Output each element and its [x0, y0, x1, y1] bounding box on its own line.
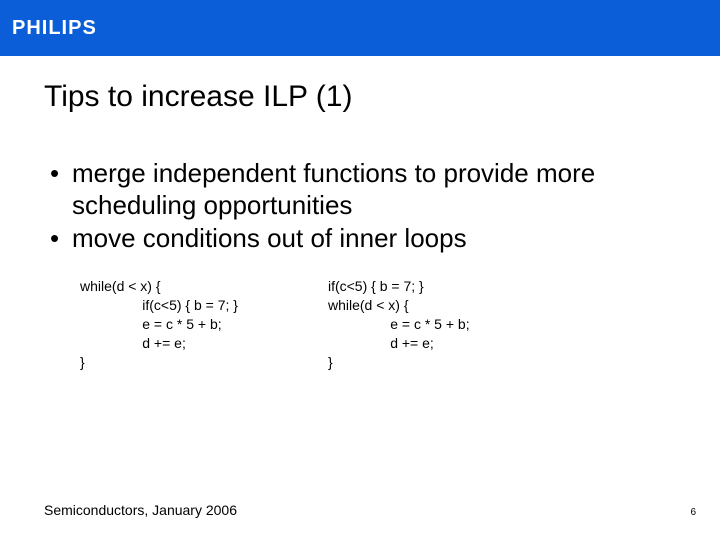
- header-bar: PHILIPS: [0, 0, 720, 56]
- bullet-item: move conditions out of inner loops: [44, 223, 676, 255]
- footer-text: Semiconductors, January 2006: [44, 502, 237, 518]
- brand-logo: PHILIPS: [12, 17, 97, 40]
- slide-title: Tips to increase ILP (1): [0, 56, 720, 114]
- bullet-item: merge independent functions to provide m…: [44, 158, 676, 221]
- bullet-list: merge independent functions to provide m…: [44, 158, 676, 255]
- code-comparison: while(d < x) { if(c<5) { b = 7; } e = c …: [44, 277, 676, 371]
- code-after: if(c<5) { b = 7; } while(d < x) { e = c …: [328, 277, 470, 371]
- slide-body: merge independent functions to provide m…: [0, 114, 720, 372]
- code-before: while(d < x) { if(c<5) { b = 7; } e = c …: [80, 277, 238, 371]
- page-number: 6: [690, 507, 696, 518]
